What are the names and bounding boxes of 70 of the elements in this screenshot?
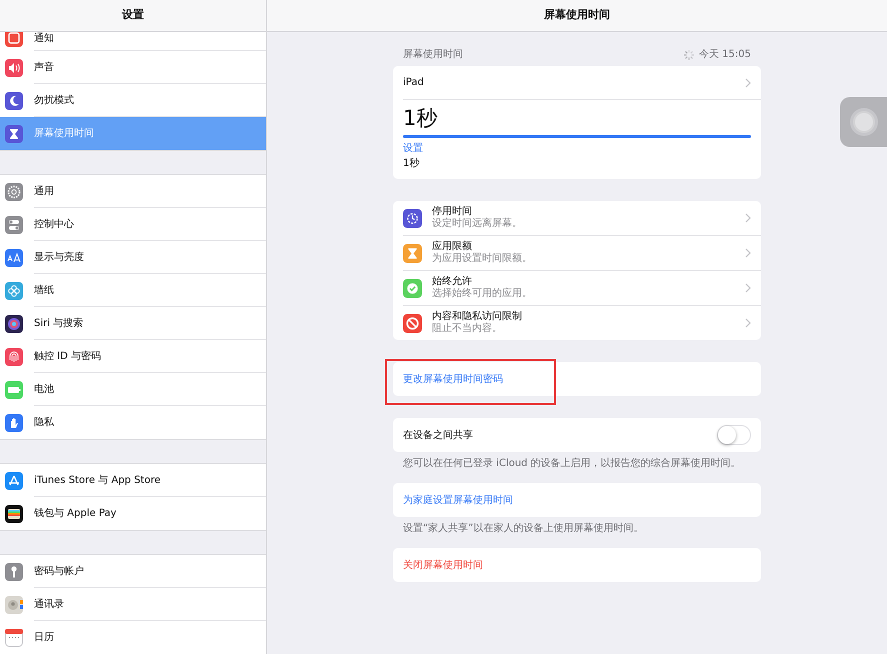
store-icon: [5, 472, 23, 490]
feature-title: 始终允许: [432, 276, 473, 288]
spinner-icon: [683, 48, 695, 60]
feature-title: 内容和隐私访问限制: [432, 311, 523, 322]
sidebar-title: 设置: [122, 7, 144, 24]
sidebar-item[interactable]: 通用: [0, 175, 266, 208]
toggle-switch[interactable]: [717, 425, 751, 445]
device-row[interactable]: iPad: [393, 66, 761, 99]
change-passcode-link[interactable]: 更改屏幕使用时间密码: [403, 372, 503, 386]
hand-icon: [5, 414, 23, 432]
sidebar-item[interactable]: 触控 ID 与密码: [0, 340, 266, 373]
contacts-icon: [5, 596, 23, 614]
fingerprint-icon: [5, 348, 23, 366]
feature-row[interactable]: 停用时间 设定时间远离屏幕。: [393, 201, 761, 235]
feature-description: 设定时间远离屏幕。: [432, 218, 523, 230]
sidebar-item[interactable]: 墙纸: [0, 274, 266, 307]
chevron-right-icon: [745, 318, 751, 328]
sidebar-item[interactable]: 控制中心: [0, 208, 266, 241]
sidebar-item[interactable]: Siri 与搜索: [0, 307, 266, 340]
total-usage: 1秒: [403, 108, 438, 129]
feature-description: 选择始终可用的应用。: [432, 288, 533, 300]
ring-icon: [848, 107, 878, 137]
assistive-touch-button[interactable]: [840, 97, 887, 147]
sidebar-item[interactable]: 通知: [0, 32, 266, 51]
feature-title: 停用时间: [432, 206, 473, 218]
feature-description: 阻止不当内容。: [432, 323, 503, 335]
battery-icon: [5, 380, 23, 398]
clock-icon: [403, 208, 422, 228]
hourglass-icon: [403, 244, 422, 262]
wallet-icon: [5, 504, 23, 522]
feature-row[interactable]: 始终允许 选择始终可用的应用。: [393, 271, 761, 305]
chevron-right-icon: [745, 213, 751, 223]
share-label: 在设备之间共享: [403, 428, 474, 442]
toggle-switches-icon: [5, 216, 23, 234]
page-title: 屏幕使用时间: [544, 7, 610, 24]
sidebar-item[interactable]: 密码与帐户: [0, 555, 266, 588]
orb-icon: [5, 314, 23, 332]
hourglass-icon: [5, 124, 23, 142]
category-time: 1秒: [403, 156, 420, 171]
update-time: 今天 15:05: [699, 48, 751, 62]
prohibited-icon: [403, 314, 422, 332]
calendar-icon: [5, 628, 23, 646]
sidebar-item[interactable]: 电池: [0, 373, 266, 406]
flower-icon: [5, 282, 23, 300]
sidebar-item[interactable]: 钱包与 Apple Pay: [0, 497, 266, 530]
sidebar-item[interactable]: 通讯录: [0, 588, 266, 621]
section-header: 屏幕使用时间: [403, 48, 463, 62]
sidebar-item[interactable]: 声音: [0, 51, 266, 84]
footer-note: 设置“家人共享”以在家人的设备上使用屏幕使用时间。: [402, 522, 644, 536]
sidebar-item[interactable]: 隐私: [0, 406, 266, 439]
turn-off-link[interactable]: 关闭屏幕使用时间: [403, 558, 483, 572]
feature-row[interactable]: 应用限额 为应用设置时间限额。: [393, 236, 761, 270]
sidebar-item[interactable]: 日历: [0, 621, 266, 654]
sidebar-item[interactable]: 显示与亮度: [0, 241, 266, 274]
feature-row[interactable]: 内容和隐私访问限制 阻止不当内容。: [393, 306, 761, 340]
feature-description: 为应用设置时间限额。: [432, 253, 533, 265]
text-size-icon: [5, 248, 23, 266]
gear-icon: [5, 182, 23, 200]
chevron-right-icon: [745, 248, 751, 258]
checkmark-badge-icon: [403, 278, 422, 298]
speaker-icon: [5, 58, 23, 76]
footer-note: 您可以在任何已登录 iCloud 的设备上启用，以报告您的综合屏幕使用时间。: [402, 456, 742, 471]
category-label: 设置: [403, 142, 424, 156]
chevron-right-icon: [745, 78, 751, 88]
family-setup-link[interactable]: 为家庭设置屏幕使用时间: [403, 492, 513, 508]
sidebar-item[interactable]: iTunes Store 与 App Store: [0, 464, 266, 497]
key-icon: [5, 562, 23, 580]
chevron-right-icon: [745, 283, 751, 293]
moon-icon: [5, 92, 23, 110]
feature-title: 应用限额: [432, 241, 473, 252]
